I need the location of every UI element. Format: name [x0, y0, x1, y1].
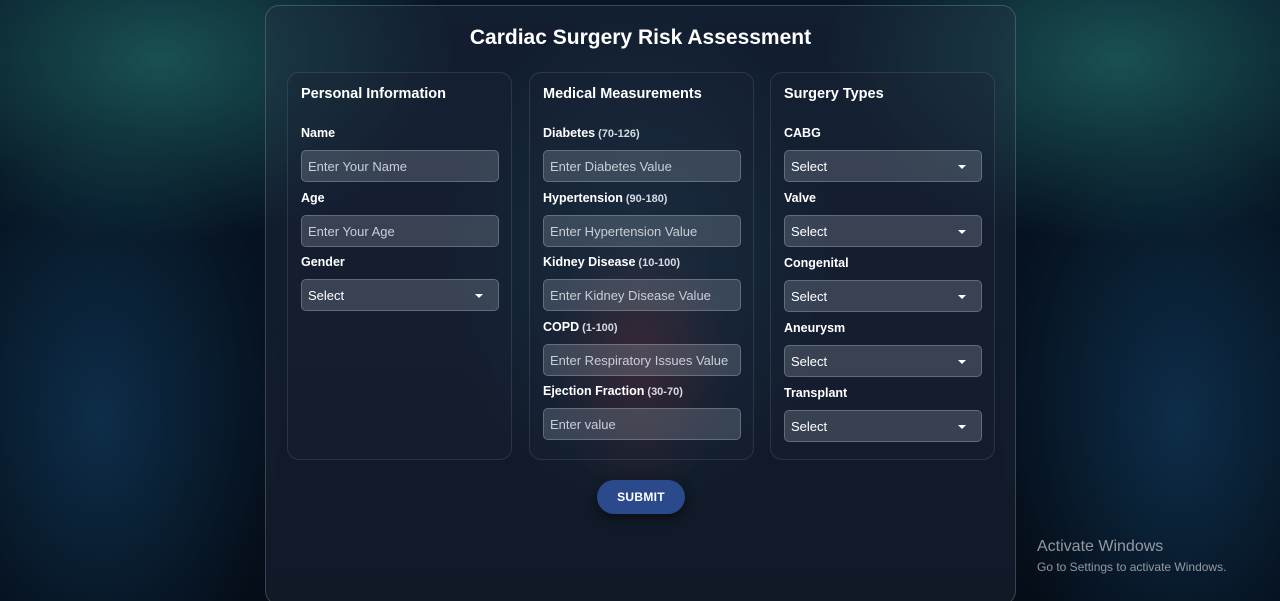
cabg-label: CABG	[784, 126, 821, 140]
medical-measurements-panel: Medical Measurements Diabetes(70-126) Hy…	[529, 72, 754, 460]
transplant-label: Transplant	[784, 386, 848, 400]
kidney-disease-input[interactable]	[543, 279, 741, 311]
cabg-select[interactable]: Select	[784, 150, 982, 182]
gender-select[interactable]: Select	[301, 279, 499, 311]
name-label: Name	[301, 126, 336, 140]
ejection-fraction-label-text: Ejection Fraction	[543, 384, 645, 398]
kidney-disease-label-text: Kidney Disease	[543, 255, 636, 269]
kidney-disease-range: (10-100)	[638, 257, 680, 269]
diabetes-range: (70-126)	[598, 128, 640, 140]
surgery-types-title: Surgery Types	[784, 86, 884, 102]
diabetes-input[interactable]	[543, 150, 741, 182]
ejection-fraction-input[interactable]	[543, 408, 741, 440]
aneurysm-label: Aneurysm	[784, 321, 846, 335]
gender-select-value: Select	[308, 288, 345, 303]
valve-label: Valve	[784, 191, 816, 205]
chevron-down-icon	[958, 425, 966, 429]
submit-button[interactable]: SUBMIT	[597, 480, 685, 514]
transplant-select-value: Select	[791, 419, 828, 434]
cabg-select-value: Select	[791, 159, 828, 174]
assessment-form-card: Cardiac Surgery Risk Assessment Personal…	[265, 5, 1016, 601]
aneurysm-select[interactable]: Select	[784, 345, 982, 377]
page-title: Cardiac Surgery Risk Assessment	[469, 26, 812, 49]
age-label: Age	[301, 191, 325, 205]
ejection-fraction-label: Ejection Fraction (30-70)	[543, 384, 683, 398]
valve-select[interactable]: Select	[784, 215, 982, 247]
congenital-label: Congenital	[784, 256, 849, 270]
personal-information-panel: Personal Information Name Age Gender Sel…	[287, 72, 512, 460]
hypertension-label-text: Hypertension	[543, 191, 623, 205]
age-input[interactable]	[301, 215, 499, 247]
aneurysm-select-value: Select	[791, 354, 828, 369]
watermark-subtitle: Go to Settings to activate Windows.	[1037, 560, 1227, 574]
valve-select-value: Select	[791, 224, 828, 239]
diabetes-label: Diabetes (70-126)	[543, 126, 640, 140]
chevron-down-icon	[958, 165, 966, 169]
diabetes-label-text: Diabetes	[543, 126, 596, 140]
copd-label-text: COPD	[543, 320, 580, 334]
transplant-select[interactable]: Select	[784, 410, 982, 442]
congenital-select[interactable]: Select	[784, 280, 982, 312]
copd-input[interactable]	[543, 344, 741, 376]
congenital-select-value: Select	[791, 289, 828, 304]
activate-windows-watermark: Activate Windows Go to Settings to activ…	[1037, 538, 1226, 574]
chevron-down-icon	[958, 295, 966, 299]
copd-range: (1-100)	[582, 322, 618, 334]
hypertension-range: (90-180)	[625, 193, 668, 205]
hypertension-input[interactable]	[543, 215, 741, 247]
name-input[interactable]	[301, 150, 499, 182]
hypertension-label: Hypertension (90-180)	[543, 191, 667, 205]
ejection-fraction-range: (30-70)	[647, 386, 683, 398]
copd-label: COPD (1-100)	[543, 320, 618, 334]
chevron-down-icon	[958, 230, 966, 234]
medical-measurements-title: Medical Measurements	[543, 86, 702, 102]
personal-information-title: Personal Information	[301, 86, 447, 102]
watermark-title: Activate Windows	[1037, 538, 1164, 555]
surgery-types-panel: Surgery Types CABG Select Valve Select C…	[770, 72, 995, 460]
chevron-down-icon	[475, 294, 483, 298]
gender-label: Gender	[301, 255, 345, 269]
chevron-down-icon	[958, 360, 966, 364]
kidney-disease-label: Kidney Disease (10-100)	[543, 255, 680, 269]
